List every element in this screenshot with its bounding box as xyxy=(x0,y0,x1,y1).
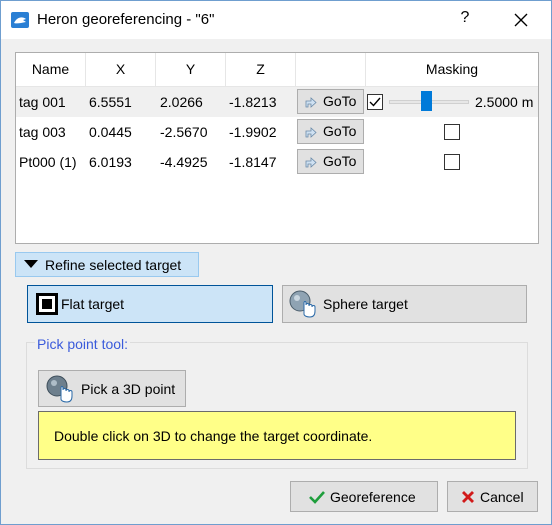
column-header-x[interactable]: X xyxy=(86,53,156,86)
cancel-button[interactable]: Cancel xyxy=(447,481,538,512)
cell-y: -2.5670 xyxy=(160,124,208,140)
column-header-masking[interactable]: Masking xyxy=(366,53,538,86)
cell-z: -1.8213 xyxy=(229,94,277,110)
column-header-goto[interactable] xyxy=(296,53,366,86)
targets-table: Name X Y Z Masking tag 001 6.5551 2.0266… xyxy=(15,52,539,244)
goto-arrow-icon xyxy=(305,157,317,168)
column-header-name[interactable]: Name xyxy=(16,53,86,86)
heron-app-icon xyxy=(11,12,29,28)
collapse-triangle-icon xyxy=(24,260,38,268)
pick-point-icon xyxy=(46,375,73,403)
goto-label: GoTo xyxy=(323,153,357,169)
column-header-z[interactable]: Z xyxy=(226,53,296,86)
refine-label: Refine selected target xyxy=(45,257,182,273)
masking-value: 2.5000 m xyxy=(475,94,534,110)
masking-checkbox[interactable] xyxy=(444,154,460,170)
flat-target-icon xyxy=(36,293,58,315)
pick-3d-point-label: Pick a 3D point xyxy=(81,381,176,397)
flat-target-button[interactable]: Flat target xyxy=(27,285,273,323)
cell-z: -1.8147 xyxy=(229,154,277,170)
cell-x: 6.5551 xyxy=(89,94,132,110)
cell-name: tag 003 xyxy=(19,124,66,140)
window-title: Heron georeferencing - "6" xyxy=(37,11,215,28)
masking-slider-handle[interactable] xyxy=(421,91,432,111)
check-icon xyxy=(309,491,325,504)
georeferencing-dialog: Heron georeferencing - "6" ? Name X Y Z … xyxy=(0,0,552,525)
cell-x: 0.0445 xyxy=(89,124,132,140)
cell-name: Pt000 (1) xyxy=(19,154,77,170)
pick-point-info: Double click on 3D to change the target … xyxy=(38,411,516,460)
check-icon xyxy=(369,97,381,107)
table-row[interactable]: tag 001 6.5551 2.0266 -1.8213 GoTo 2.500… xyxy=(16,87,538,117)
cell-z: -1.9902 xyxy=(229,124,277,140)
cell-y: -4.4925 xyxy=(160,154,208,170)
table-row[interactable]: Pt000 (1) 6.0193 -4.4925 -1.8147 GoTo xyxy=(16,147,538,177)
title-bar: Heron georeferencing - "6" ? xyxy=(1,1,551,39)
goto-arrow-icon xyxy=(305,97,317,108)
georeference-button[interactable]: Georeference xyxy=(290,481,438,512)
masking-checkbox[interactable] xyxy=(367,94,383,110)
cell-name: tag 001 xyxy=(19,94,66,110)
sphere-target-label: Sphere target xyxy=(323,296,408,312)
table-row[interactable]: tag 003 0.0445 -2.5670 -1.9902 GoTo xyxy=(16,117,538,147)
cell-y: 2.0266 xyxy=(160,94,203,110)
flat-target-label: Flat target xyxy=(61,296,125,312)
goto-button[interactable]: GoTo xyxy=(297,119,364,144)
help-button[interactable]: ? xyxy=(453,9,477,31)
cancel-label: Cancel xyxy=(480,489,524,505)
pick-3d-point-button[interactable]: Pick a 3D point xyxy=(38,370,186,407)
goto-label: GoTo xyxy=(323,123,357,139)
goto-button[interactable]: GoTo xyxy=(297,149,364,174)
goto-label: GoTo xyxy=(323,93,357,109)
cancel-x-icon xyxy=(462,491,474,503)
column-header-y[interactable]: Y xyxy=(156,53,226,86)
sphere-target-icon xyxy=(289,290,316,318)
cell-x: 6.0193 xyxy=(89,154,132,170)
sphere-target-button[interactable]: Sphere target xyxy=(282,285,527,323)
pick-point-group-title: Pick point tool: xyxy=(35,336,131,352)
georeference-label: Georeference xyxy=(330,489,416,505)
goto-arrow-icon xyxy=(305,127,317,138)
close-icon[interactable] xyxy=(509,9,533,31)
goto-button[interactable]: GoTo xyxy=(297,89,364,114)
masking-checkbox[interactable] xyxy=(444,124,460,140)
refine-section-toggle[interactable]: Refine selected target xyxy=(15,252,199,277)
